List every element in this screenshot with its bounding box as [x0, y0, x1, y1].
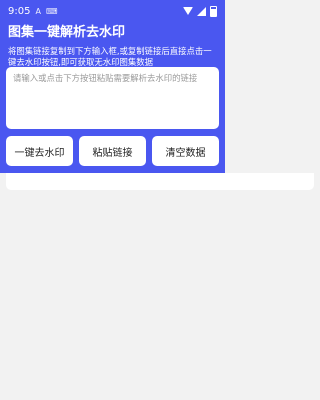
- link-input[interactable]: [6, 67, 219, 129]
- remove-watermark-button[interactable]: 一键去水印: [6, 136, 73, 166]
- keyboard-icon: ⌨: [45, 6, 58, 16]
- status-bar: 9:05 A ⌨: [0, 0, 225, 22]
- status-time: 9:05: [8, 5, 31, 17]
- page-title: 图集一键解析去水印: [8, 25, 126, 40]
- link-input-card: [6, 67, 219, 129]
- wifi-icon: [183, 7, 193, 15]
- header-panel: 9:05 A ⌨ 图集一键解析去水印 将图集链接复制到下方输入框,或复制链接后直…: [0, 0, 225, 173]
- notification-a-icon: A: [35, 6, 41, 16]
- clear-data-button[interactable]: 清空数据: [152, 136, 219, 166]
- paste-link-button[interactable]: 粘贴链接: [79, 136, 146, 166]
- result-card: [6, 173, 314, 190]
- battery-icon: [210, 5, 217, 17]
- action-buttons: 一键去水印 粘贴链接 清空数据: [6, 136, 219, 166]
- signal-icon: [197, 6, 206, 16]
